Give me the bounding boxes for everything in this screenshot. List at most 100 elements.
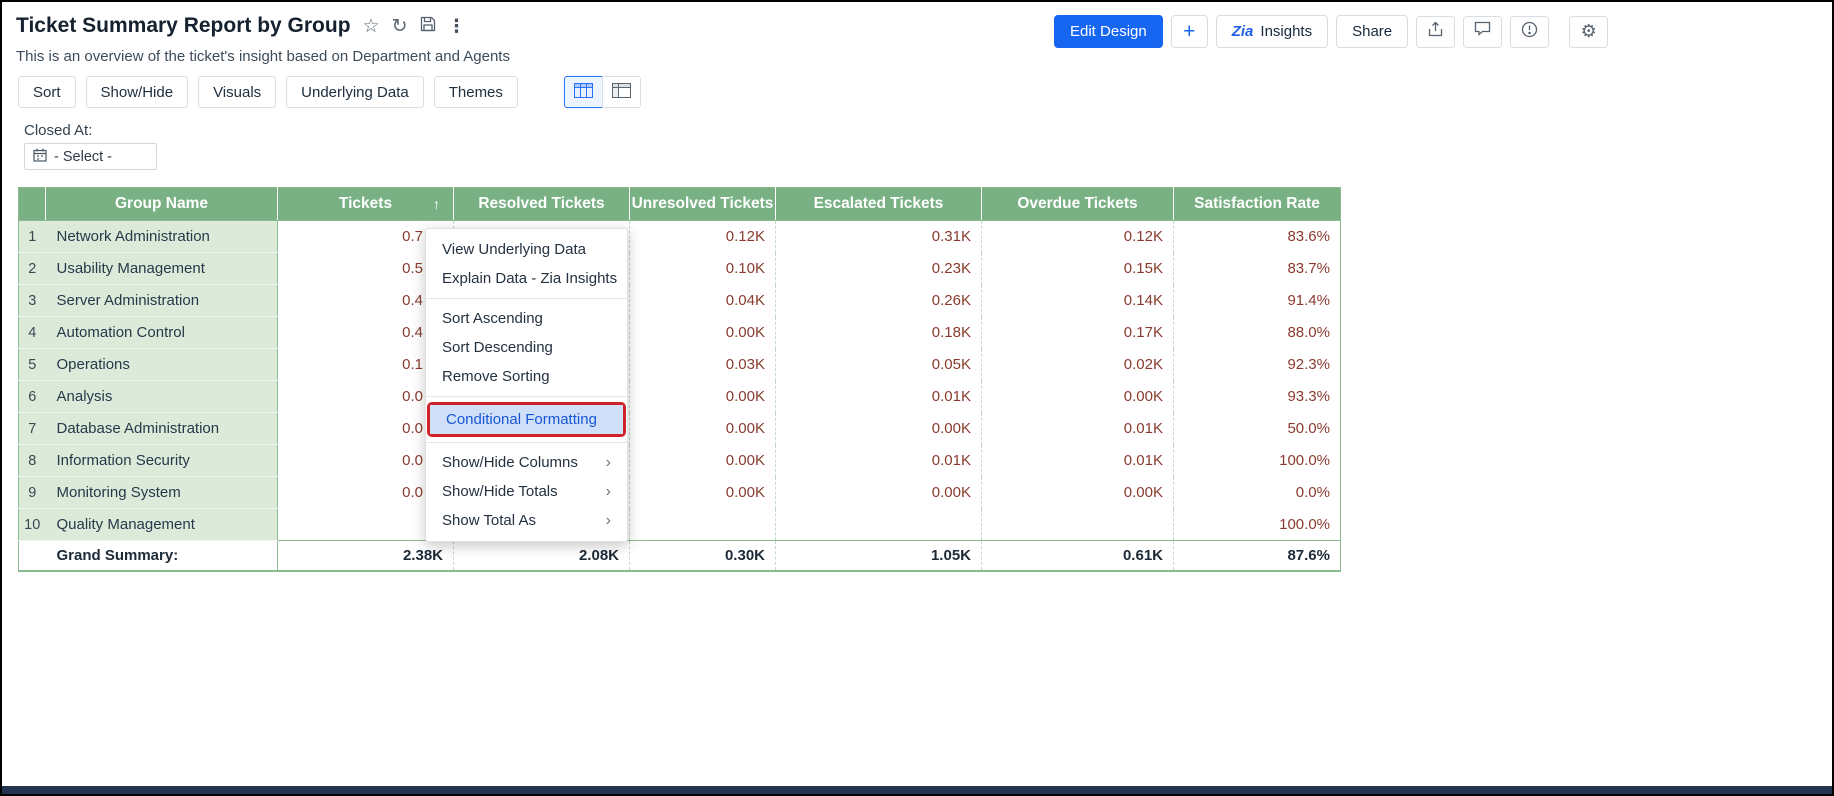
column-header-group-name[interactable]: Group Name bbox=[46, 188, 278, 221]
menu-item-sort-ascending[interactable]: Sort Ascending bbox=[426, 304, 627, 333]
overdue-tickets-cell[interactable]: 0.02K bbox=[982, 349, 1174, 381]
unresolved-tickets-cell[interactable]: 0.00K bbox=[630, 477, 776, 509]
overdue-tickets-cell[interactable]: 0.01K bbox=[982, 413, 1174, 445]
group-name-cell[interactable]: Analysis bbox=[46, 381, 278, 413]
add-button[interactable]: + bbox=[1171, 15, 1208, 48]
share-button[interactable]: Share bbox=[1336, 15, 1408, 48]
group-name-cell[interactable]: Network Administration bbox=[46, 221, 278, 253]
overdue-tickets-cell[interactable]: 0.00K bbox=[982, 381, 1174, 413]
column-header-overdue-tickets[interactable]: Overdue Tickets bbox=[982, 188, 1174, 221]
underlying-data-button[interactable]: Underlying Data bbox=[286, 76, 424, 108]
unresolved-tickets-cell[interactable]: 0.10K bbox=[630, 253, 776, 285]
table-row: 10Quality Management100.0% bbox=[19, 509, 1341, 541]
group-name-cell[interactable]: Information Security bbox=[46, 445, 278, 477]
unresolved-tickets-cell[interactable]: 0.00K bbox=[630, 445, 776, 477]
satisfaction-rate-cell[interactable]: 0.0% bbox=[1174, 477, 1341, 509]
overdue-tickets-cell[interactable]: 0.15K bbox=[982, 253, 1174, 285]
escalated-tickets-cell[interactable]: 0.23K bbox=[776, 253, 982, 285]
column-header-unresolved-tickets[interactable]: Unresolved Tickets bbox=[630, 188, 776, 221]
escalated-tickets-cell[interactable]: 0.31K bbox=[776, 221, 982, 253]
table-row: 9Monitoring System0.00.00K0.00K0.00K0.0% bbox=[19, 477, 1341, 509]
menu-item-show-total-as[interactable]: Show Total As › bbox=[426, 506, 627, 535]
group-name-cell[interactable]: Operations bbox=[46, 349, 278, 381]
overdue-tickets-cell[interactable]: 0.00K bbox=[982, 477, 1174, 509]
satisfaction-rate-cell[interactable]: 92.3% bbox=[1174, 349, 1341, 381]
column-header-satisfaction-rate[interactable]: Satisfaction Rate bbox=[1174, 188, 1341, 221]
group-name-cell[interactable]: Server Administration bbox=[46, 285, 278, 317]
menu-item-explain-data-zia-insights[interactable]: Explain Data - Zia Insights bbox=[426, 264, 627, 293]
report-table-container: Group Name Tickets ↑ Resolved Tickets Un… bbox=[18, 187, 1341, 572]
escalated-tickets-cell[interactable] bbox=[776, 509, 982, 541]
column-header-escalated-tickets[interactable]: Escalated Tickets bbox=[776, 188, 982, 221]
more-options-kebab-icon[interactable]: ⋮ bbox=[448, 17, 467, 35]
chevron-right-icon: › bbox=[606, 458, 611, 468]
zia-insights-button[interactable]: Zia Insights bbox=[1216, 15, 1328, 48]
satisfaction-rate-cell[interactable]: 50.0% bbox=[1174, 413, 1341, 445]
sort-ascending-icon: ↑ bbox=[433, 196, 440, 212]
grand-summary-resolved: 2.08K bbox=[454, 541, 630, 571]
menu-item-conditional-formatting[interactable]: Conditional Formatting bbox=[430, 405, 623, 434]
row-number-header bbox=[19, 188, 46, 221]
export-button[interactable] bbox=[1416, 16, 1455, 48]
favorite-star-icon[interactable]: ☆ bbox=[363, 17, 380, 36]
unresolved-tickets-cell[interactable] bbox=[630, 509, 776, 541]
satisfaction-rate-cell[interactable]: 83.7% bbox=[1174, 253, 1341, 285]
satisfaction-rate-cell[interactable]: 100.0% bbox=[1174, 509, 1341, 541]
row-number-cell: 9 bbox=[19, 477, 46, 509]
overdue-tickets-cell[interactable]: 0.14K bbox=[982, 285, 1174, 317]
escalated-tickets-cell[interactable]: 0.01K bbox=[776, 381, 982, 413]
escalated-tickets-cell[interactable]: 0.26K bbox=[776, 285, 982, 317]
sort-button[interactable]: Sort bbox=[18, 76, 76, 108]
column-header-tickets[interactable]: Tickets ↑ bbox=[278, 188, 454, 221]
unresolved-tickets-cell[interactable]: 0.00K bbox=[630, 317, 776, 349]
escalated-tickets-cell[interactable]: 0.00K bbox=[776, 413, 982, 445]
satisfaction-rate-cell[interactable]: 100.0% bbox=[1174, 445, 1341, 477]
group-name-cell[interactable]: Usability Management bbox=[46, 253, 278, 285]
group-name-cell[interactable]: Monitoring System bbox=[46, 477, 278, 509]
group-name-cell[interactable]: Automation Control bbox=[46, 317, 278, 349]
edit-design-button[interactable]: Edit Design bbox=[1054, 15, 1163, 48]
chevron-right-icon: › bbox=[606, 487, 611, 497]
summary-view-button[interactable] bbox=[602, 76, 641, 108]
unresolved-tickets-cell[interactable]: 0.04K bbox=[630, 285, 776, 317]
unresolved-tickets-cell[interactable]: 0.00K bbox=[630, 413, 776, 445]
overdue-tickets-cell[interactable]: 0.01K bbox=[982, 445, 1174, 477]
menu-item-remove-sorting[interactable]: Remove Sorting bbox=[426, 362, 627, 391]
visuals-button[interactable]: Visuals bbox=[198, 76, 276, 108]
overdue-tickets-cell[interactable] bbox=[982, 509, 1174, 541]
group-name-cell[interactable]: Database Administration bbox=[46, 413, 278, 445]
unresolved-tickets-cell[interactable]: 0.12K bbox=[630, 221, 776, 253]
table-header-row: Group Name Tickets ↑ Resolved Tickets Un… bbox=[19, 188, 1341, 221]
menu-item-view-underlying-data[interactable]: View Underlying Data bbox=[426, 235, 627, 264]
menu-item-show-hide-totals[interactable]: Show/Hide Totals › bbox=[426, 477, 627, 506]
save-icon[interactable] bbox=[420, 16, 436, 36]
comments-button[interactable] bbox=[1463, 16, 1502, 48]
group-name-cell[interactable]: Quality Management bbox=[46, 509, 278, 541]
unresolved-tickets-cell[interactable]: 0.03K bbox=[630, 349, 776, 381]
menu-item-show-hide-columns[interactable]: Show/Hide Columns › bbox=[426, 448, 627, 477]
grand-summary-tickets: 2.38K bbox=[278, 541, 454, 571]
satisfaction-rate-cell[interactable]: 83.6% bbox=[1174, 221, 1341, 253]
escalated-tickets-cell[interactable]: 0.18K bbox=[776, 317, 982, 349]
alerts-button[interactable] bbox=[1510, 16, 1549, 48]
column-header-resolved-tickets[interactable]: Resolved Tickets bbox=[454, 188, 630, 221]
table-view-button[interactable] bbox=[564, 76, 603, 108]
settings-button[interactable]: ⚙ bbox=[1569, 16, 1608, 48]
satisfaction-rate-cell[interactable]: 93.3% bbox=[1174, 381, 1341, 413]
satisfaction-rate-cell[interactable]: 91.4% bbox=[1174, 285, 1341, 317]
row-number-cell: 2 bbox=[19, 253, 46, 285]
escalated-tickets-cell[interactable]: 0.01K bbox=[776, 445, 982, 477]
themes-button[interactable]: Themes bbox=[434, 76, 518, 108]
satisfaction-rate-cell[interactable]: 88.0% bbox=[1174, 317, 1341, 349]
menu-item-sort-descending[interactable]: Sort Descending bbox=[426, 333, 627, 362]
refresh-icon[interactable]: ↻ bbox=[392, 17, 408, 36]
overdue-tickets-cell[interactable]: 0.12K bbox=[982, 221, 1174, 253]
grand-summary-escalated: 1.05K bbox=[776, 541, 982, 571]
show-hide-button[interactable]: Show/Hide bbox=[86, 76, 189, 108]
closed-at-select[interactable]: - Select - bbox=[24, 143, 157, 170]
escalated-tickets-cell[interactable]: 0.05K bbox=[776, 349, 982, 381]
escalated-tickets-cell[interactable]: 0.00K bbox=[776, 477, 982, 509]
unresolved-tickets-cell[interactable]: 0.00K bbox=[630, 381, 776, 413]
menu-divider bbox=[426, 396, 627, 397]
overdue-tickets-cell[interactable]: 0.17K bbox=[982, 317, 1174, 349]
